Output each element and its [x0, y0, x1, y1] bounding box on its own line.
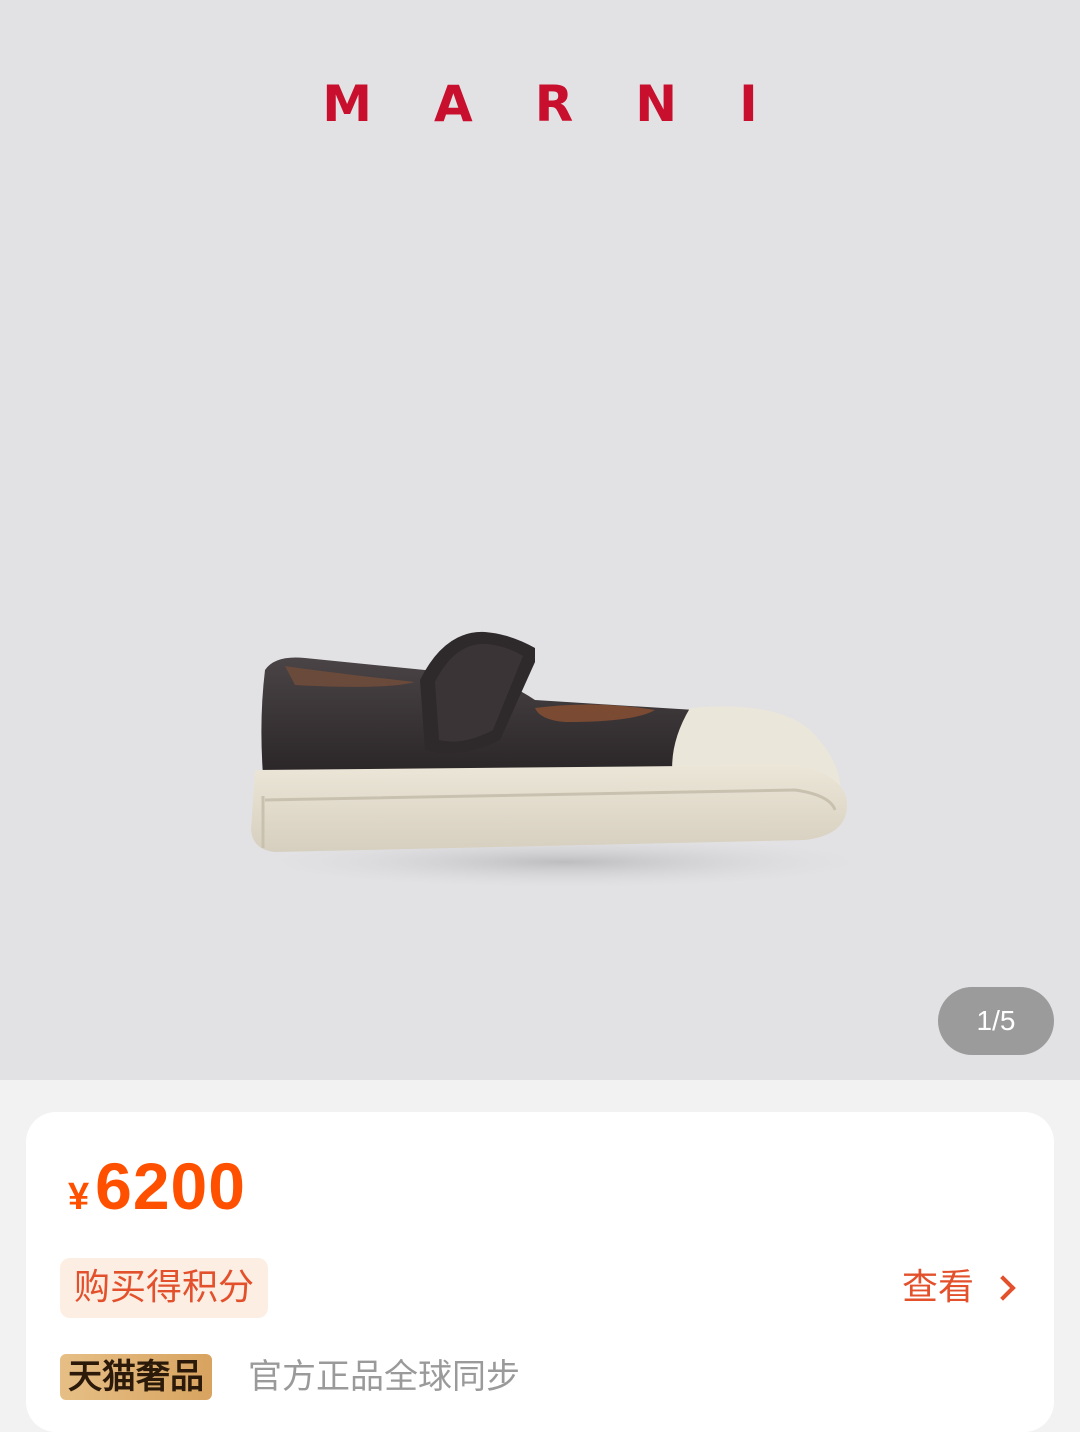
- view-points-link[interactable]: 查看: [902, 1262, 1018, 1314]
- chevron-right-icon: [990, 1275, 1016, 1301]
- price-amount: 6200: [95, 1149, 246, 1223]
- product-image-gallery[interactable]: MARNI 1/5: [0, 0, 1080, 1080]
- view-link-label: 查看: [901, 1267, 974, 1308]
- tmall-luxury-badge: 天猫奢品: [60, 1354, 212, 1400]
- product-info-card: ¥6200 购买得积分 查看 天猫奢品 官方正品全球同步: [26, 1112, 1054, 1432]
- currency-symbol: ¥: [68, 1176, 90, 1218]
- price: ¥6200: [68, 1148, 246, 1224]
- authenticity-tagline: 官方正品全球同步: [248, 1357, 520, 1397]
- brand-logo: MARNI: [322, 75, 820, 133]
- image-counter: 1/5: [938, 987, 1054, 1055]
- points-badge: 购买得积分: [60, 1258, 269, 1318]
- product-image-shoe: [251, 631, 865, 888]
